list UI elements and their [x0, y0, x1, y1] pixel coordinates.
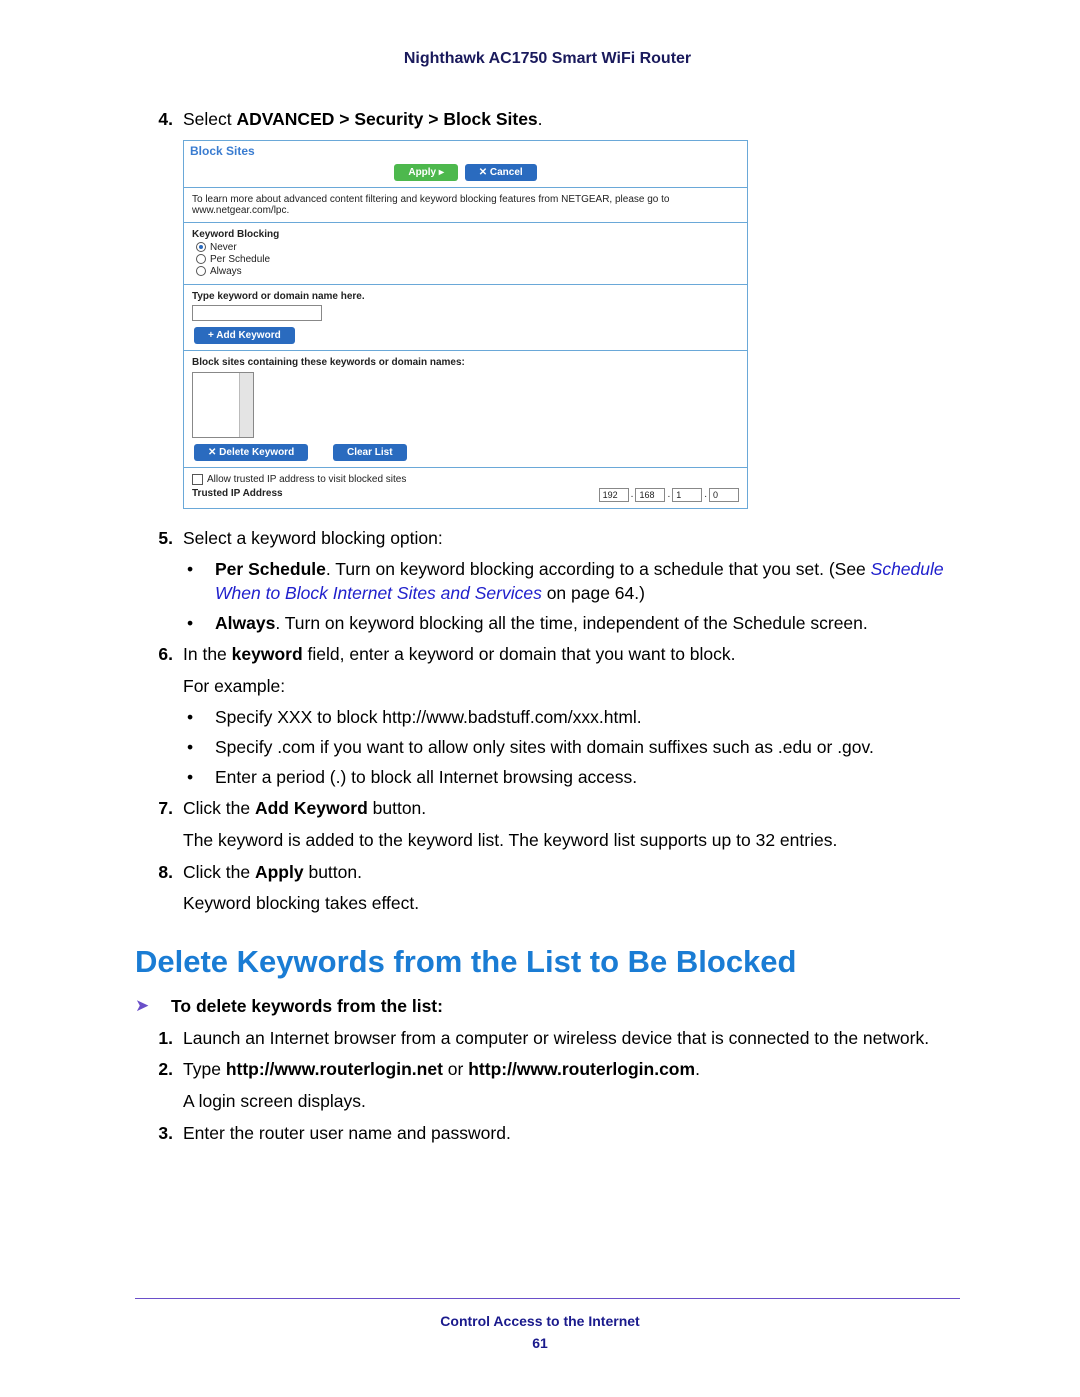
- footer-divider: [135, 1298, 960, 1299]
- trusted-ip-section: Allow trusted IP address to visit blocke…: [184, 468, 747, 508]
- del-step-2: 2. Type http://www.routerlogin.net or ht…: [135, 1058, 960, 1082]
- step-5: 5. Select a keyword blocking option:: [135, 527, 960, 551]
- step-6-num: 6.: [135, 643, 183, 667]
- bullet-xxx: Specify XXX to block http://www.badstuff…: [183, 706, 960, 730]
- radio-never-label: Never: [210, 242, 237, 253]
- allow-trusted-checkbox[interactable]: [192, 474, 203, 485]
- procedure-lead-text: To delete keywords from the list:: [171, 996, 443, 1017]
- scrollbar[interactable]: [239, 373, 253, 437]
- panel-button-row: Apply ▸ ✕ Cancel: [184, 160, 747, 188]
- bullet-per-schedule: Per Schedule. Turn on keyword blocking a…: [183, 558, 960, 605]
- type-keyword-label: Type keyword or domain name here.: [192, 291, 739, 302]
- del-step-3-text: Enter the router user name and password.: [183, 1122, 960, 1146]
- del-step-3-num: 3.: [135, 1122, 183, 1146]
- del-step-2-sub: A login screen displays.: [183, 1090, 960, 1114]
- ip-octet-3[interactable]: 1: [672, 488, 702, 502]
- trusted-ip-label: Trusted IP Address: [192, 488, 283, 499]
- del-step-2-num: 2.: [135, 1058, 183, 1082]
- step-6-bullets: Specify XXX to block http://www.badstuff…: [183, 706, 960, 789]
- radio-icon: [196, 254, 206, 264]
- ip-octet-4[interactable]: 0: [709, 488, 739, 502]
- step-5-num: 5.: [135, 527, 183, 551]
- step-7-num: 7.: [135, 797, 183, 821]
- footer-section-title: Control Access to the Internet: [0, 1313, 1080, 1329]
- panel-info-text: To learn more about advanced content fil…: [192, 194, 739, 216]
- step-5-bullets: Per Schedule. Turn on keyword blocking a…: [183, 558, 960, 635]
- panel-info-section: To learn more about advanced content fil…: [184, 188, 747, 223]
- panel-title: Block Sites: [184, 141, 747, 160]
- step-8-sub: Keyword blocking takes effect.: [183, 892, 960, 916]
- step-5-text: Select a keyword blocking option:: [183, 527, 960, 551]
- apply-button[interactable]: Apply ▸: [394, 164, 458, 181]
- step-4-bold: ADVANCED > Security > Block Sites: [237, 109, 538, 129]
- add-keyword-button[interactable]: + Add Keyword: [194, 327, 295, 344]
- section-heading: Delete Keywords from the List to Be Bloc…: [135, 944, 960, 980]
- keyword-blocking-section: Keyword Blocking Never Per Schedule Alwa…: [184, 223, 747, 285]
- trusted-ip-group: 192. 168. 1. 0: [599, 488, 739, 502]
- radio-never[interactable]: Never: [196, 242, 739, 253]
- bullet-always: Always. Turn on keyword blocking all the…: [183, 612, 960, 636]
- step-4-pre: Select: [183, 109, 237, 129]
- radio-always[interactable]: Always: [196, 266, 739, 277]
- ip-octet-2[interactable]: 168: [635, 488, 665, 502]
- radio-icon: [196, 242, 206, 252]
- keyword-input[interactable]: [192, 305, 322, 321]
- block-list-label: Block sites containing these keywords or…: [192, 357, 739, 368]
- step-4: 4. Select ADVANCED > Security > Block Si…: [135, 108, 960, 132]
- del-step-1-text: Launch an Internet browser from a comput…: [183, 1027, 960, 1051]
- footer-page-number: 61: [0, 1335, 1080, 1351]
- step-6-sub: For example:: [183, 675, 960, 699]
- type-keyword-section: Type keyword or domain name here. + Add …: [184, 285, 747, 351]
- page-header-title: Nighthawk AC1750 Smart WiFi Router: [135, 50, 960, 68]
- step-4-post: .: [538, 109, 543, 129]
- page-footer: Control Access to the Internet 61: [0, 1298, 1080, 1351]
- step-7-sub: The keyword is added to the keyword list…: [183, 829, 960, 853]
- block-list-section: Block sites containing these keywords or…: [184, 351, 747, 468]
- del-step-1-num: 1.: [135, 1027, 183, 1051]
- block-list-box[interactable]: [192, 372, 254, 438]
- radio-per-schedule[interactable]: Per Schedule: [196, 254, 739, 265]
- step-4-num: 4.: [135, 108, 183, 132]
- radio-always-label: Always: [210, 266, 242, 277]
- block-sites-panel: Block Sites Apply ▸ ✕ Cancel To learn mo…: [183, 140, 748, 509]
- radio-sched-label: Per Schedule: [210, 254, 270, 265]
- step-7: 7. Click the Add Keyword button.: [135, 797, 960, 821]
- procedure-lead: ➤ To delete keywords from the list:: [135, 996, 960, 1017]
- del-step-1: 1. Launch an Internet browser from a com…: [135, 1027, 960, 1051]
- step-6: 6. In the keyword field, enter a keyword…: [135, 643, 960, 667]
- delete-keyword-button[interactable]: ✕ Delete Keyword: [194, 444, 308, 461]
- clear-list-button[interactable]: Clear List: [333, 444, 407, 461]
- bullet-period: Enter a period (.) to block all Internet…: [183, 766, 960, 790]
- step-8-num: 8.: [135, 861, 183, 885]
- bullet-com: Specify .com if you want to allow only s…: [183, 736, 960, 760]
- keyword-blocking-label: Keyword Blocking: [192, 229, 739, 240]
- allow-trusted-label: Allow trusted IP address to visit blocke…: [207, 474, 406, 485]
- cancel-button[interactable]: ✕ Cancel: [465, 164, 537, 181]
- del-step-3: 3. Enter the router user name and passwo…: [135, 1122, 960, 1146]
- arrow-icon: ➤: [135, 996, 171, 1017]
- step-8: 8. Click the Apply button.: [135, 861, 960, 885]
- radio-icon: [196, 266, 206, 276]
- ip-octet-1[interactable]: 192: [599, 488, 629, 502]
